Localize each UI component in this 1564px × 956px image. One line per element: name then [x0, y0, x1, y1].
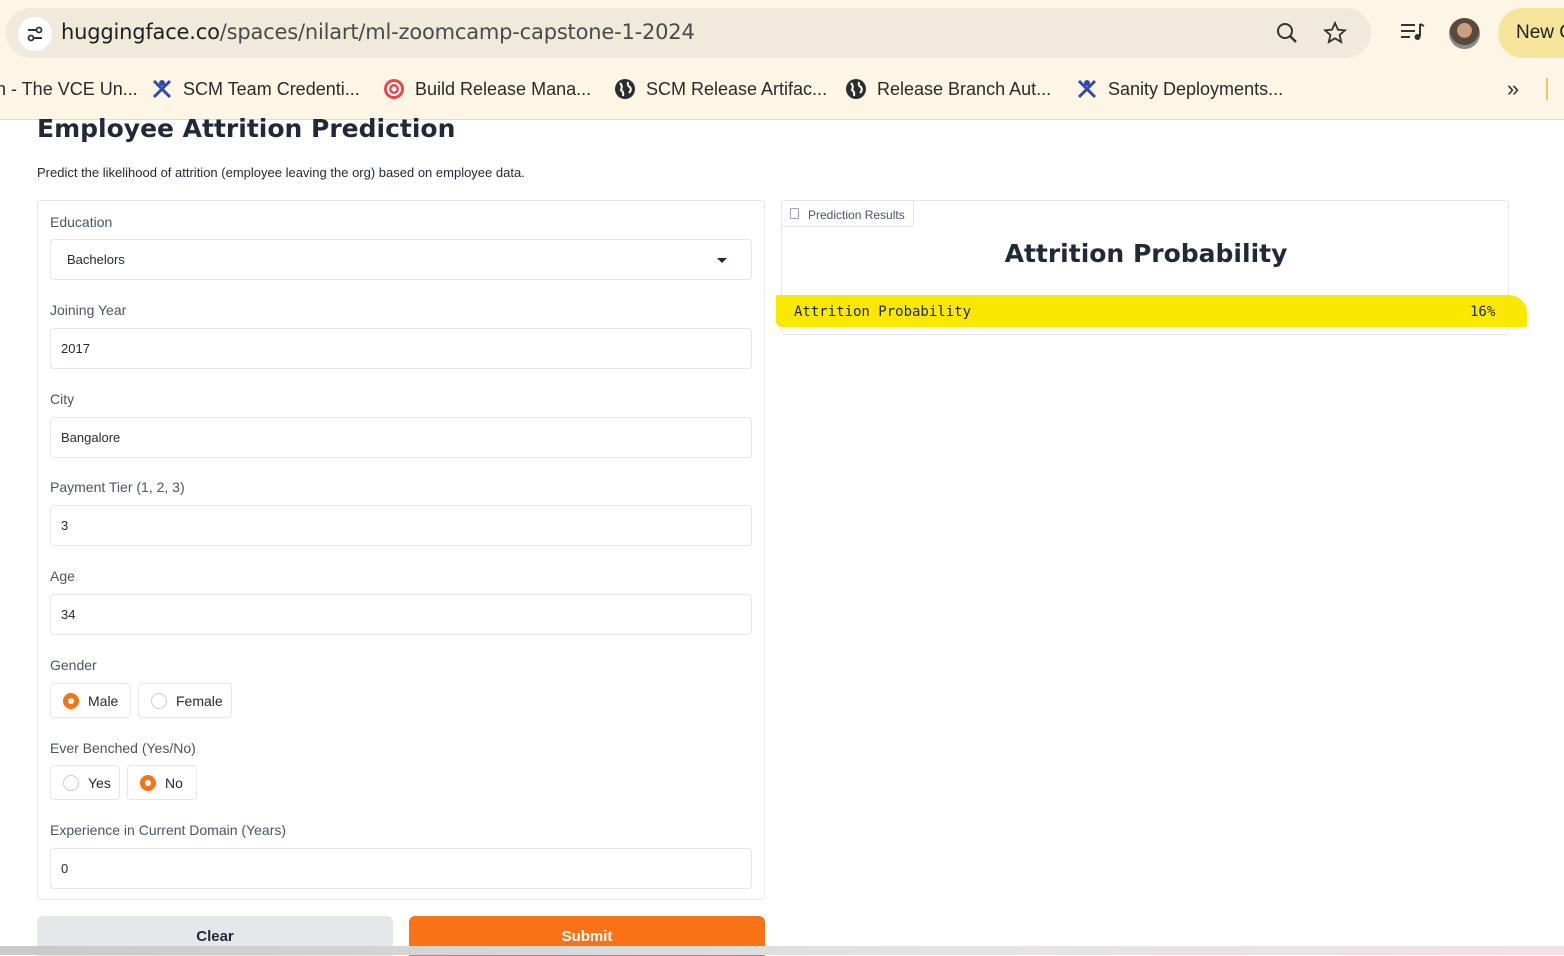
education-value: Bachelors: [67, 252, 125, 267]
label-tag-icon: [790, 208, 799, 219]
radio-label: No: [165, 774, 183, 791]
bookmark-label: SCM Team Credenti...: [183, 78, 360, 99]
bookmark-star-icon[interactable]: [1322, 20, 1348, 46]
bookmark-item[interactable]: n - The VCE Un...: [0, 72, 138, 106]
globe-icon: [845, 78, 867, 100]
joining-year-label: Joining Year: [50, 302, 127, 318]
benched-option-no[interactable]: No: [127, 765, 197, 800]
payment-tier-input[interactable]: 3: [50, 505, 752, 546]
build-icon: [383, 78, 405, 100]
probability-row-value: 16%: [1470, 304, 1496, 320]
age-label: Age: [50, 568, 75, 584]
bookmark-label: SCM Release Artifac...: [646, 78, 828, 99]
team-icon: [151, 78, 173, 100]
ever-benched-label: Ever Benched (Yes/No): [50, 740, 196, 756]
url-path: /spaces/nilart/ml-zoomcamp-capstone-1-20…: [219, 20, 695, 44]
taskbar-edge: [0, 946, 1564, 955]
zoom-search-icon[interactable]: [1274, 20, 1300, 46]
radio-selected-icon: [140, 774, 156, 791]
bookmark-label: Sanity Deployments...: [1108, 78, 1284, 99]
media-queue-icon[interactable]: [1398, 18, 1426, 46]
radio-label: Yes: [88, 774, 111, 791]
bookmark-item[interactable]: Release Branch Aut...: [845, 72, 1051, 106]
bookmark-item[interactable]: Sanity Deployments...: [1076, 72, 1283, 106]
globe-icon: [614, 78, 636, 100]
education-dropdown[interactable]: Bachelors: [50, 239, 752, 280]
bookmark-label: Release Branch Aut...: [877, 78, 1052, 99]
bookmarks-bar: n - The VCE Un... SCM Team Credenti... B…: [0, 72, 1564, 106]
new-chip-button[interactable]: New C: [1498, 8, 1564, 58]
experience-label: Experience in Current Domain (Years): [50, 822, 287, 838]
address-bar[interactable]: huggingface.co/spaces/nilart/ml-zoomcamp…: [6, 8, 1371, 58]
payment-tier-label: Payment Tier (1, 2, 3): [50, 479, 185, 495]
gender-option-female[interactable]: Female: [138, 683, 232, 718]
bookmarks-overflow-icon[interactable]: »: [1500, 76, 1526, 102]
benched-option-yes[interactable]: Yes: [50, 765, 120, 800]
radio-selected-icon: [63, 692, 79, 709]
gender-label: Gender: [50, 657, 97, 673]
bookmarks-divider: [1546, 78, 1548, 100]
education-label: Education: [50, 214, 113, 230]
age-input[interactable]: 34: [50, 594, 752, 635]
gender-option-male[interactable]: Male: [50, 683, 131, 718]
input-form-panel: Education Bachelors Joining Year 2017 Ci…: [37, 200, 765, 900]
team-icon: [1076, 78, 1098, 100]
probability-row-label: Attrition Probability: [794, 304, 972, 320]
profile-avatar[interactable]: [1449, 18, 1480, 49]
radio-unselected-icon: [151, 692, 167, 709]
attrition-heading: Attrition Probability: [1004, 239, 1288, 268]
site-info-icon[interactable]: [18, 17, 52, 51]
chevron-down-icon: [717, 258, 727, 263]
bookmark-label: Build Release Mana...: [415, 78, 592, 99]
radio-label: Female: [176, 692, 223, 709]
prediction-results-tab-label: Prediction Results: [808, 208, 905, 222]
url-text[interactable]: huggingface.co/spaces/nilart/ml-zoomcamp…: [61, 20, 695, 44]
page-title: Employee Attrition Prediction: [37, 114, 456, 143]
url-host: huggingface.co: [61, 20, 220, 44]
city-input[interactable]: Bangalore: [50, 417, 752, 458]
radio-label: Male: [88, 692, 119, 709]
page-description: Predict the likelihood of attrition (emp…: [37, 165, 525, 180]
browser-chrome: huggingface.co/spaces/nilart/ml-zoomcamp…: [0, 0, 1564, 120]
radio-unselected-icon: [63, 774, 79, 791]
experience-input[interactable]: 0: [50, 848, 752, 889]
bookmark-label: n - The VCE Un...: [0, 78, 138, 99]
bookmark-item[interactable]: Build Release Mana...: [383, 72, 591, 106]
prediction-results-tab: Prediction Results: [782, 201, 914, 227]
bookmark-item[interactable]: SCM Team Credenti...: [151, 72, 360, 106]
city-label: City: [50, 391, 75, 407]
bookmark-item[interactable]: SCM Release Artifac...: [614, 72, 827, 106]
joining-year-input[interactable]: 2017: [50, 328, 752, 369]
